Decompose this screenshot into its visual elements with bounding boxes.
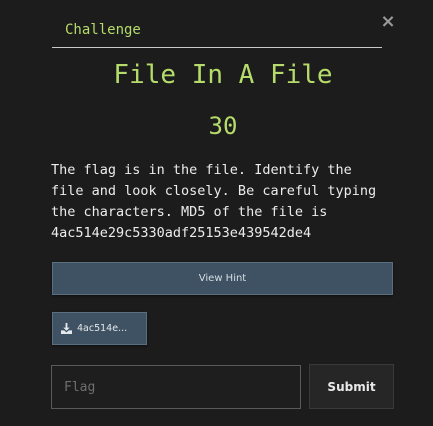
close-icon[interactable]: × <box>380 12 396 32</box>
view-hint-button[interactable]: View Hint <box>52 262 393 295</box>
view-hint-label: View Hint <box>198 273 247 284</box>
submit-button[interactable]: Submit <box>309 364 394 409</box>
download-icon <box>61 323 72 334</box>
challenge-tab[interactable]: Challenge <box>52 11 382 48</box>
challenge-description: The flag is in the file. Identify the fi… <box>51 162 377 241</box>
submit-label: Submit <box>327 379 376 394</box>
file-download-label: 4ac514e... <box>77 323 128 334</box>
flag-input[interactable] <box>51 365 301 409</box>
file-download-button[interactable]: 4ac514e... <box>52 312 147 345</box>
challenge-title: File In A File <box>113 60 333 90</box>
challenge-value: 30 <box>208 112 238 140</box>
challenge-modal: Challenge × File In A File 30 The flag i… <box>0 0 433 426</box>
challenge-tab-label: Challenge <box>65 22 141 38</box>
